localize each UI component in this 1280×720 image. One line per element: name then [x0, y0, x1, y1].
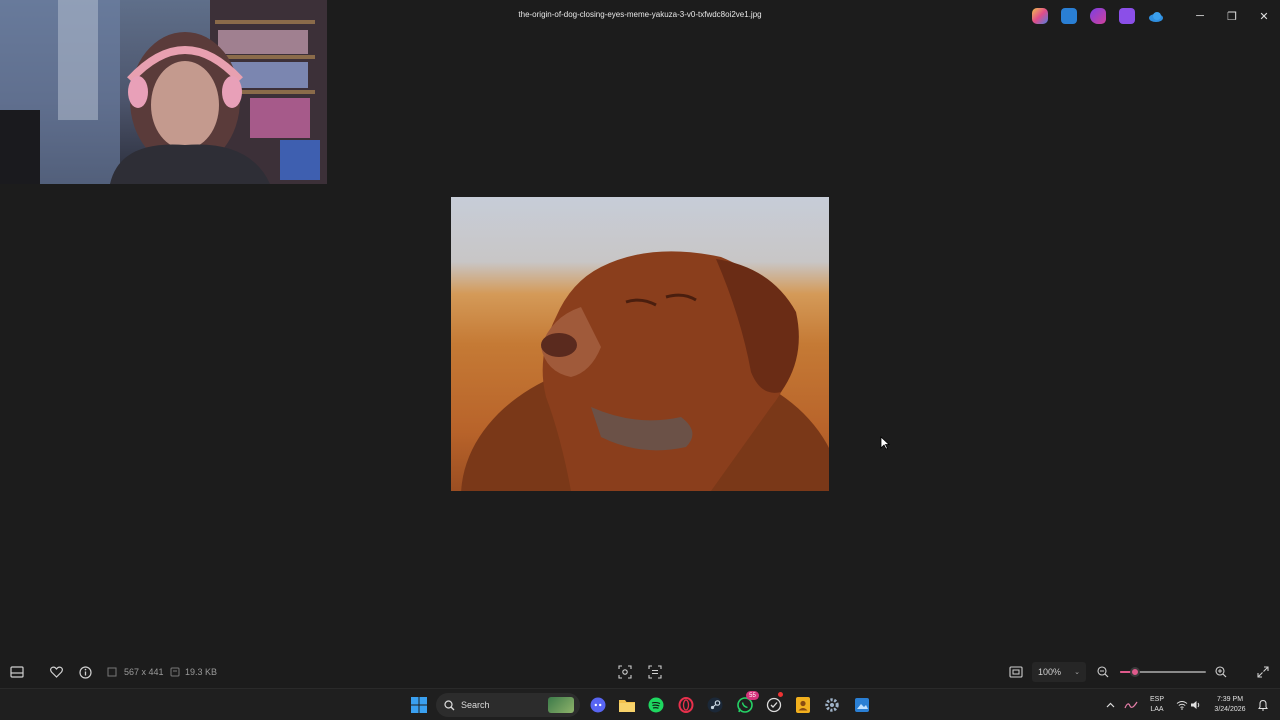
search-icon — [444, 699, 455, 710]
file-explorer-icon[interactable] — [618, 696, 636, 714]
onedrive-icon[interactable] — [1148, 8, 1164, 24]
clock[interactable]: 7:39 PM 3/24/2026 — [1206, 695, 1254, 715]
clock-date: 3/24/2026 — [1214, 706, 1246, 713]
copilot-icon[interactable] — [1032, 8, 1048, 24]
file-size-icon — [170, 664, 180, 680]
info-icon[interactable] — [79, 664, 92, 680]
windows-start-icon[interactable] — [410, 696, 428, 714]
chevron-down-icon: ⌄ — [1074, 669, 1080, 676]
notifications-bell-icon[interactable] — [1254, 696, 1272, 714]
contacts-app-icon[interactable] — [794, 696, 812, 714]
zoom-out-icon[interactable] — [1097, 664, 1109, 680]
app-toolbar — [1032, 8, 1164, 24]
windows-taskbar: Search 55 ESP LAA 7:39 PM 3/24/2026 — [0, 688, 1280, 720]
recording-indicator-dot — [778, 692, 783, 697]
photos-app-icon[interactable] — [853, 696, 871, 714]
zoom-level-value: 100% — [1038, 667, 1062, 677]
visual-search-icon[interactable] — [618, 664, 632, 680]
webcam-overlay — [0, 0, 327, 184]
text-extract-icon[interactable] — [648, 664, 662, 680]
fullscreen-icon[interactable] — [1257, 664, 1269, 680]
photos-edit-icon[interactable] — [1061, 8, 1077, 24]
designer-icon[interactable] — [1119, 8, 1135, 24]
taskbar-search[interactable]: Search — [436, 693, 580, 717]
zoom-slider[interactable] — [1120, 667, 1206, 677]
pen-menu-icon[interactable] — [1122, 696, 1140, 714]
volume-icon[interactable] — [1187, 696, 1205, 714]
clock-time: 7:39 PM — [1216, 696, 1244, 703]
mouse-cursor-icon — [880, 436, 891, 455]
file-size: 19.3 KB — [185, 667, 218, 677]
displayed-photo — [451, 197, 829, 491]
opera-gx-icon[interactable] — [677, 696, 695, 714]
steam-icon[interactable] — [706, 696, 724, 714]
input-language-indicator[interactable]: ESP LAA — [1146, 695, 1168, 715]
discord-icon[interactable] — [589, 696, 607, 714]
zoom-slider-thumb[interactable] — [1130, 667, 1141, 677]
clipchamp-icon[interactable] — [1090, 8, 1106, 24]
window-title: the-origin-of-dog-closing-eyes-meme-yaku… — [518, 10, 762, 19]
whatsapp-unread-badge: 55 — [746, 691, 759, 700]
keyboard-layout: LAA — [1150, 706, 1164, 713]
minimize-button[interactable]: ─ — [1184, 0, 1216, 32]
maximize-button[interactable]: ❐ — [1216, 0, 1248, 32]
fit-to-window-icon[interactable] — [1009, 664, 1023, 680]
filmstrip-icon[interactable] — [10, 664, 24, 680]
viewer-bottom-toolbar: 567 x 441 19.3 KB 100% ⌄ — [0, 656, 1280, 688]
favorite-heart-icon[interactable] — [50, 664, 63, 680]
spotify-icon[interactable] — [647, 696, 665, 714]
recording-app-icon[interactable] — [765, 696, 783, 714]
search-label: Search — [461, 700, 490, 710]
window-controls: ─ ❐ ✕ — [1184, 0, 1280, 32]
search-highlight-icon — [548, 697, 574, 713]
zoom-level-dropdown[interactable]: 100% ⌄ — [1032, 662, 1086, 682]
image-dimensions: 567 x 441 — [124, 667, 164, 677]
dimensions-icon — [107, 664, 117, 680]
close-button[interactable]: ✕ — [1248, 0, 1280, 32]
show-hidden-icons-chevron-up-icon[interactable] — [1101, 696, 1119, 714]
settings-gear-icon[interactable] — [823, 696, 841, 714]
language-code: ESP — [1149, 696, 1164, 703]
zoom-in-icon[interactable] — [1215, 664, 1227, 680]
